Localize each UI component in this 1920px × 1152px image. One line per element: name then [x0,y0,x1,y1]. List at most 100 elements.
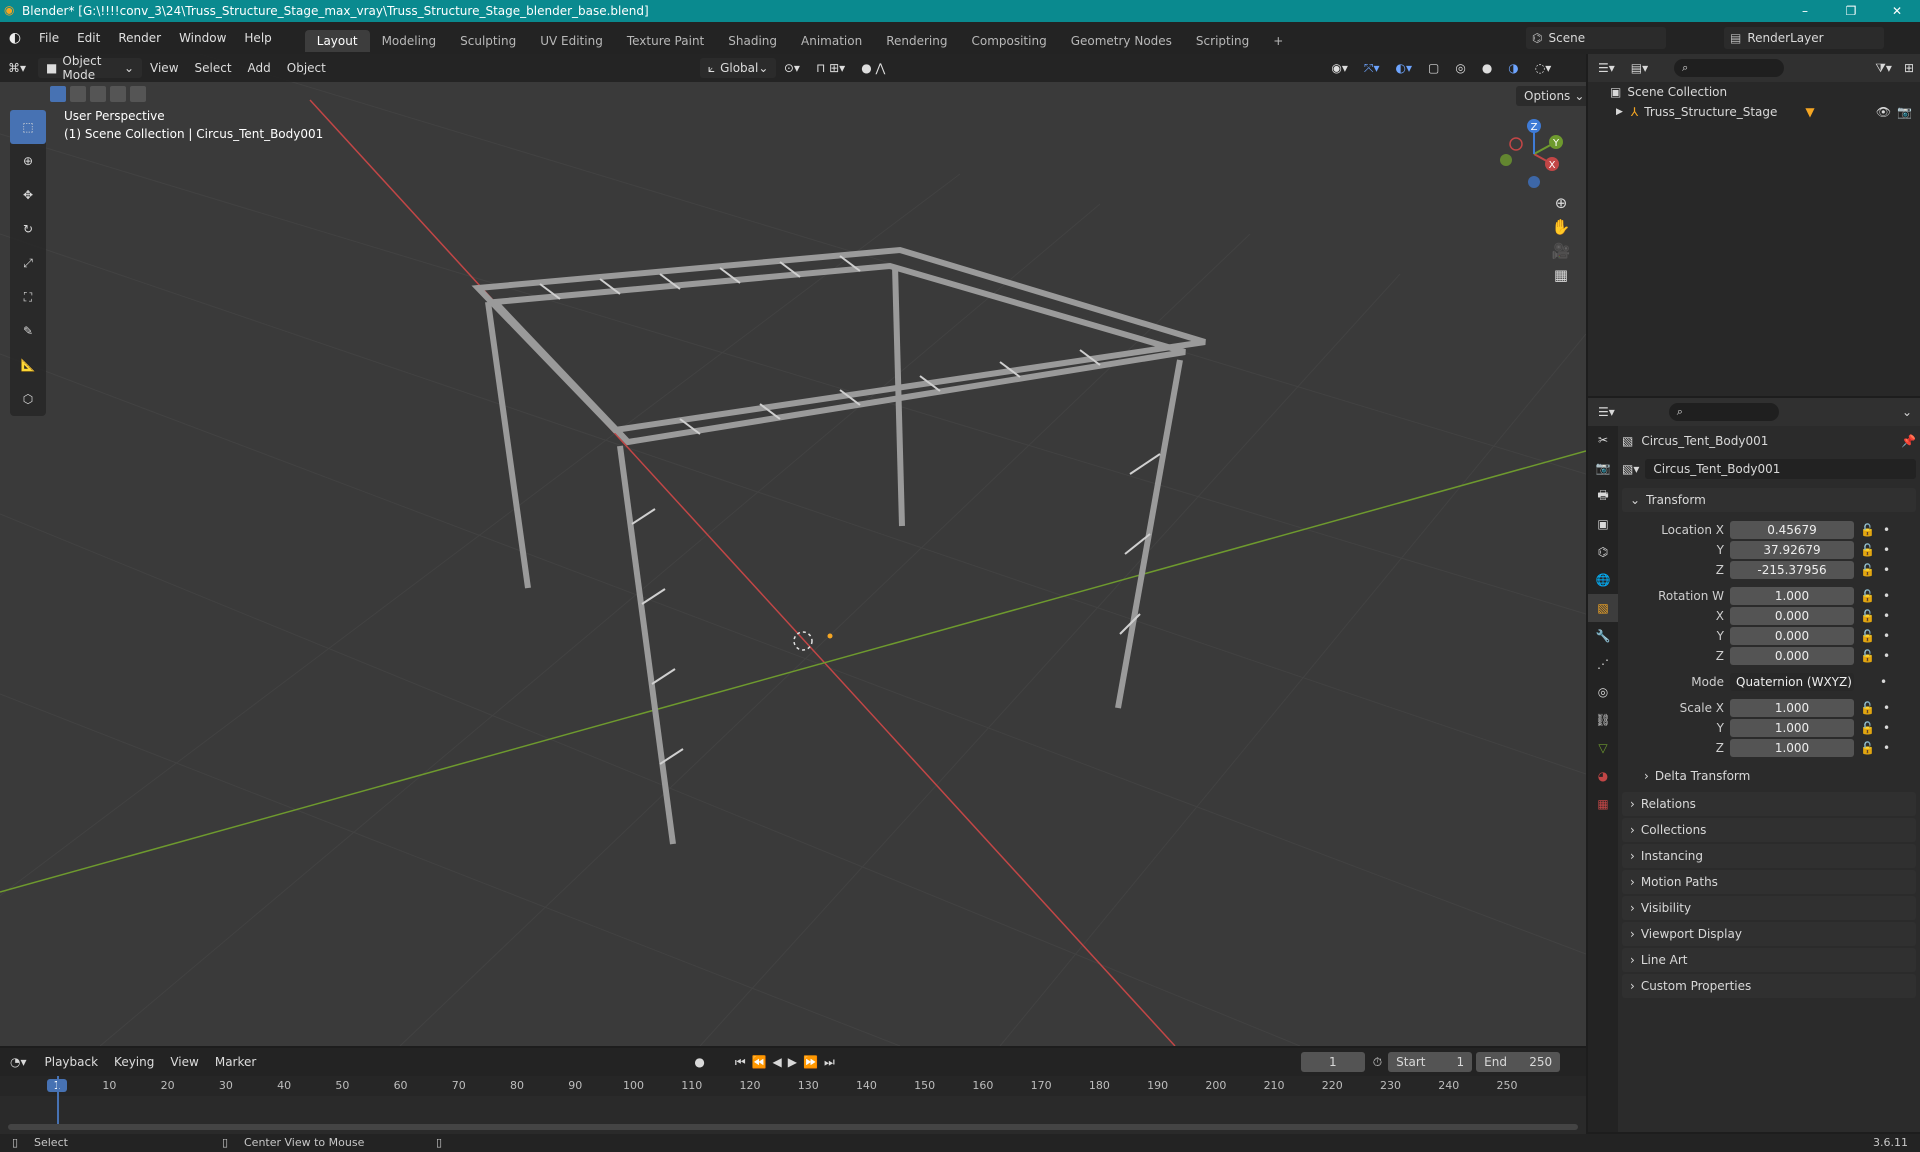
cursor-tool-icon[interactable]: ⊕ [10,144,46,178]
overlay-icon[interactable]: ◐▾ [1387,61,1420,75]
zoom-icon[interactable]: ⊕ [1555,194,1568,212]
keyframe-dot-icon[interactable]: • [1883,721,1890,735]
orientation-selector[interactable]: ⟀ Global ⌄ [699,58,776,78]
add-workspace-icon[interactable]: + [1261,30,1295,52]
panel-line-art[interactable]: › Line Art [1622,948,1916,972]
lock-icon[interactable]: 🔓 [1860,649,1875,663]
editor-type-icon[interactable]: ◔▾ [0,1055,37,1069]
scale-tool-icon[interactable]: ⤢ [10,246,46,280]
tab-layout[interactable]: Layout [304,30,370,52]
transform-tool-icon[interactable]: ⛶ [10,280,46,314]
rotation-z-field[interactable]: 0.000 [1730,647,1854,665]
playback-controls-icon[interactable]: ⏮⏪◀▶⏩⏭ [735,1055,841,1070]
menu-view[interactable]: View [162,1055,206,1069]
menu-select[interactable]: Select [187,61,240,75]
panel-motion-paths[interactable]: › Motion Paths [1622,870,1916,894]
particles-tab-icon[interactable]: ⋰ [1588,650,1618,678]
maximize-button[interactable]: ❐ [1828,0,1874,22]
transform-panel-header[interactable]: ⌄ Transform [1622,488,1916,512]
scene-tab-icon[interactable]: ⌬ [1588,538,1618,566]
tab-rendering[interactable]: Rendering [874,30,959,52]
expand-arrow-icon[interactable]: ▶ [1616,107,1623,117]
display-mode-icon[interactable]: ▤▾ [1625,61,1654,75]
menu-add[interactable]: Add [240,61,279,75]
panel-custom-properties[interactable]: › Custom Properties [1622,974,1916,998]
data-tab-icon[interactable]: ▽ [1588,734,1618,762]
keyframe-dot-icon[interactable]: • [1883,563,1890,577]
lock-icon[interactable]: 🔓 [1860,629,1875,643]
current-frame-field[interactable]: 1 [1300,1052,1365,1072]
panel-instancing[interactable]: › Instancing [1622,844,1916,868]
gizmo-neg-z-icon[interactable] [1528,176,1540,188]
lock-icon[interactable]: 🔓 [1860,701,1875,715]
filter-icon[interactable]: ⧩▾ [1869,61,1898,76]
pivot-icon[interactable]: ⊙▾ [776,61,808,75]
render-tab-icon[interactable]: 📷 [1588,454,1618,482]
tab-shading[interactable]: Shading [716,30,789,52]
rotation-x-field[interactable]: 0.000 [1730,607,1854,625]
rotation-w-field[interactable]: 1.000 [1730,587,1854,605]
keyframe-dot-icon[interactable]: • [1880,675,1887,689]
select-subtract-icon[interactable] [90,86,106,102]
tab-sculpting[interactable]: Sculpting [448,30,528,52]
location-z-field[interactable]: -215.37956 [1730,561,1854,579]
shading-solid-icon[interactable]: ● [1474,61,1500,75]
panel-collections[interactable]: › Collections [1622,818,1916,842]
panel-visibility[interactable]: › Visibility [1622,896,1916,920]
measure-tool-icon[interactable]: 📐 [10,348,46,382]
menu-file[interactable]: File [30,31,68,45]
menu-help[interactable]: Help [235,31,280,45]
select-extend-icon[interactable] [70,86,86,102]
tool-tab-icon[interactable]: ✂ [1588,426,1618,454]
blender-menu-icon[interactable]: ◐ [0,30,30,46]
lock-icon[interactable]: 🔓 [1860,721,1875,735]
panel-viewport-display[interactable]: › Viewport Display [1622,922,1916,946]
view-layer-tab-icon[interactable]: ▣ [1588,510,1618,538]
outliner-row-scene-collection[interactable]: ▣ Scene Collection [1588,82,1920,102]
output-tab-icon[interactable]: 🖶 [1588,482,1618,510]
menu-playback[interactable]: Playback [37,1055,107,1069]
frame-ruler[interactable]: 1102030405060708090100110120130140150160… [0,1076,1586,1096]
texture-tab-icon[interactable]: ▦ [1588,790,1618,818]
gizmo-neg-y-icon[interactable] [1500,154,1512,166]
lock-icon[interactable]: 🔓 [1860,741,1875,755]
location-y-field[interactable]: 37.92679 [1730,541,1854,559]
select-new-icon[interactable] [50,86,66,102]
tab-scripting[interactable]: Scripting [1184,30,1261,52]
3d-viewport[interactable]: ⌘▾ ■ Object Mode ⌄ View Select Add Objec… [0,54,1586,1046]
modifier-tab-icon[interactable]: 🔧 [1588,622,1618,650]
shading-wireframe-icon[interactable]: ◎ [1447,61,1473,75]
physics-tab-icon[interactable]: ◎ [1588,678,1618,706]
scale-y-field[interactable]: 1.000 [1730,719,1854,737]
select-invert-icon[interactable] [110,86,126,102]
panel-relations[interactable]: › Relations [1622,792,1916,816]
editor-type-icon[interactable]: ☰▾ [1588,405,1625,419]
menu-render[interactable]: Render [109,31,170,45]
scene-selector[interactable]: ⌬ Scene [1526,27,1666,49]
menu-view[interactable]: View [142,61,186,75]
new-collection-icon[interactable]: ⊞ [1898,61,1920,75]
proportional-editing-icon[interactable]: ● ⋀ [853,61,893,75]
editor-type-icon[interactable]: ☰▾ [1588,61,1625,75]
render-layer-selector[interactable]: ▤ RenderLayer [1724,27,1884,49]
visibility-icon[interactable]: ◉▾ [1323,61,1356,75]
close-button[interactable]: ✕ [1874,0,1920,22]
material-tab-icon[interactable]: ◕ [1588,762,1618,790]
keyframe-dot-icon[interactable]: • [1883,649,1890,663]
properties-search-input[interactable]: ⌕ [1668,403,1779,421]
object-tab-icon[interactable]: ▧ [1588,594,1618,622]
keyframe-dot-icon[interactable]: • [1883,741,1890,755]
gizmo-neg-x-icon[interactable] [1509,137,1523,151]
world-tab-icon[interactable]: 🌐 [1588,566,1618,594]
move-tool-icon[interactable]: ✥ [10,178,46,212]
mode-selector[interactable]: ■ Object Mode ⌄ [38,54,143,82]
scale-z-field[interactable]: 1.000 [1730,739,1854,757]
keyframe-dot-icon[interactable]: • [1883,609,1890,623]
timeline-scrollbar[interactable] [8,1124,1578,1130]
scale-x-field[interactable]: 1.000 [1730,699,1854,717]
keyframe-dot-icon[interactable]: • [1883,543,1890,557]
navigation-gizmo[interactable]: X Y Z [1490,110,1570,190]
rotate-tool-icon[interactable]: ↻ [10,212,46,246]
pin-icon[interactable]: 📌 [1901,434,1916,448]
menu-window[interactable]: Window [170,31,235,45]
